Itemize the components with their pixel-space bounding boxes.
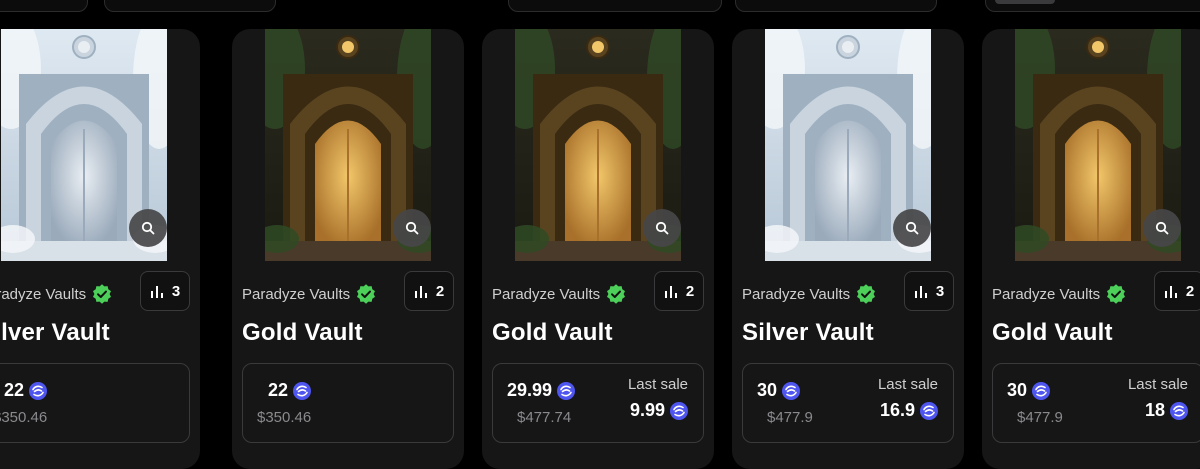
last-sale-label: Last sale xyxy=(627,376,688,393)
coin-icon xyxy=(293,381,312,400)
price-value: 22 xyxy=(4,380,25,400)
zoom-button[interactable] xyxy=(893,209,931,247)
current-price: 30 xyxy=(1007,380,1051,401)
top-filter-tab[interactable] xyxy=(735,0,937,12)
stats-button[interactable]: 2 xyxy=(404,271,454,311)
nft-title[interactable]: Gold Vault xyxy=(492,319,613,347)
price-value: 22 xyxy=(268,380,289,400)
nft-card[interactable]: Paradyze Vaults 2 Gold Vault 30 $477.9 L… xyxy=(982,29,1200,469)
usd-price: $350.46 xyxy=(257,409,312,426)
bar-chart-icon xyxy=(1164,286,1177,298)
price-value: 29.99 xyxy=(507,380,553,400)
current-price: 30 xyxy=(757,380,801,401)
bar-chart-icon xyxy=(150,286,163,298)
collection-name[interactable]: Paradyze Vaults xyxy=(0,284,112,304)
search-icon xyxy=(405,221,419,235)
verified-check-icon xyxy=(357,284,376,304)
coin-icon xyxy=(1170,401,1188,420)
stats-count: 2 xyxy=(435,282,445,300)
bar-chart-icon xyxy=(664,286,677,298)
price-box: 29.99 $477.74 Last sale 9.99 xyxy=(492,363,704,443)
collection-label: Paradyze Vaults xyxy=(992,285,1101,303)
collection-label: Paradyze Vaults xyxy=(492,285,601,303)
verified-check-icon xyxy=(607,284,626,304)
nft-title[interactable]: Silver Vault xyxy=(0,319,110,347)
last-sale-price: 9.99 xyxy=(630,400,689,421)
zoom-button[interactable] xyxy=(393,209,431,247)
stats-button[interactable]: 2 xyxy=(1154,271,1200,311)
last-sale-value: 9.99 xyxy=(629,400,665,420)
coin-icon xyxy=(920,401,938,420)
nft-title[interactable]: Gold Vault xyxy=(242,319,363,347)
search-icon xyxy=(655,221,669,235)
zoom-button[interactable] xyxy=(129,209,167,247)
nft-card[interactable]: Paradyze Vaults 3 Silver Vault 30 $477.9… xyxy=(732,29,964,469)
last-sale-value: 16.9 xyxy=(879,400,915,420)
collection-label: Paradyze Vaults xyxy=(242,285,351,303)
collection-name[interactable]: Paradyze Vaults xyxy=(242,284,376,304)
top-filter-tab[interactable] xyxy=(104,0,276,12)
active-tab-indicator xyxy=(995,0,1055,4)
stats-button[interactable]: 3 xyxy=(140,271,190,311)
coin-icon xyxy=(782,381,801,400)
nft-card[interactable]: Paradyze Vaults 3 Silver Vault 22 $350.4… xyxy=(0,29,200,469)
coin-icon xyxy=(1032,381,1051,400)
price-box: 30 $477.9 Last sale 18 xyxy=(992,363,1200,443)
usd-price: $477.9 xyxy=(767,409,813,426)
price-box: 22 $350.46 xyxy=(0,363,190,443)
nft-card[interactable]: Paradyze Vaults 2 Gold Vault 29.99 $477.… xyxy=(482,29,714,469)
collection-label: Paradyze Vaults xyxy=(742,285,851,303)
stats-count: 3 xyxy=(171,282,181,300)
search-icon xyxy=(141,221,155,235)
stats-count: 2 xyxy=(1185,282,1195,300)
bar-chart-icon xyxy=(414,286,427,298)
nft-card[interactable]: Paradyze Vaults 2 Gold Vault 22 $350.46 xyxy=(232,29,464,469)
search-icon xyxy=(905,221,919,235)
usd-price: $477.9 xyxy=(1017,409,1063,426)
verified-check-icon xyxy=(93,284,112,304)
stats-button[interactable]: 2 xyxy=(654,271,704,311)
coin-icon xyxy=(670,401,688,420)
stats-button[interactable]: 3 xyxy=(904,271,954,311)
stats-count: 3 xyxy=(935,282,945,300)
last-sale-label: Last sale xyxy=(1127,376,1188,393)
price-value: 30 xyxy=(757,380,778,400)
current-price: 22 xyxy=(4,380,48,401)
bar-chart-icon xyxy=(914,286,927,298)
price-box: 22 $350.46 xyxy=(242,363,454,443)
collection-name[interactable]: Paradyze Vaults xyxy=(742,284,876,304)
nft-title[interactable]: Gold Vault xyxy=(992,319,1113,347)
collection-name[interactable]: Paradyze Vaults xyxy=(492,284,626,304)
zoom-button[interactable] xyxy=(643,209,681,247)
usd-price: $350.46 xyxy=(0,409,48,426)
coin-icon xyxy=(557,381,576,400)
last-sale-label: Last sale xyxy=(877,376,938,393)
price-box: 30 $477.9 Last sale 16.9 xyxy=(742,363,954,443)
verified-check-icon xyxy=(857,284,876,304)
price-value: 30 xyxy=(1007,380,1028,400)
collection-name[interactable]: Paradyze Vaults xyxy=(992,284,1126,304)
usd-price: $477.74 xyxy=(517,409,572,426)
search-icon xyxy=(1155,221,1169,235)
stats-count: 2 xyxy=(685,282,695,300)
current-price: 22 xyxy=(268,380,312,401)
verified-check-icon xyxy=(1107,284,1126,304)
coin-icon xyxy=(29,381,48,400)
top-filter-tab[interactable] xyxy=(508,0,722,12)
last-sale-value: 18 xyxy=(1144,400,1165,420)
zoom-button[interactable] xyxy=(1143,209,1181,247)
collection-label: Paradyze Vaults xyxy=(0,285,87,303)
last-sale-price: 16.9 xyxy=(880,400,939,421)
nft-title[interactable]: Silver Vault xyxy=(742,319,874,347)
top-filter-tab[interactable] xyxy=(0,0,88,12)
current-price: 29.99 xyxy=(507,380,576,401)
last-sale-price: 18 xyxy=(1145,400,1189,421)
